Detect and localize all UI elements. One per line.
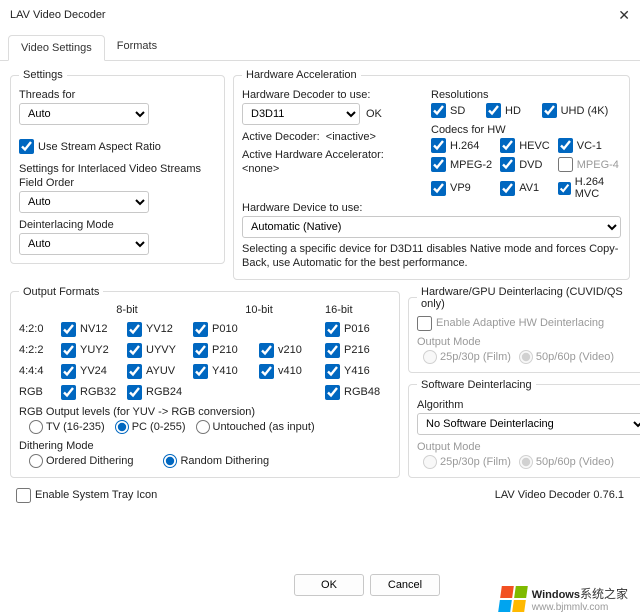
deint-mode-label: Deinterlacing Mode	[19, 219, 216, 231]
hw-device-label: Hardware Device to use:	[242, 202, 621, 214]
field-order-label: Field Order	[19, 177, 216, 189]
field-order-select[interactable]: Auto	[19, 191, 149, 213]
algo-label: Algorithm	[417, 399, 640, 411]
ok-button[interactable]: OK	[294, 574, 364, 596]
codec-vp9[interactable]: VP9	[431, 176, 492, 200]
fmt-yv12[interactable]: YV12	[127, 322, 193, 337]
enable-adaptive-hw[interactable]: Enable Adaptive HW Deinterlacing	[417, 316, 604, 331]
hw-accel-group: Hardware Acceleration Hardware Decoder t…	[233, 69, 630, 280]
hw-50p: 50p/60p (Video)	[519, 350, 614, 364]
cancel-button[interactable]: Cancel	[370, 574, 440, 596]
deint-mode-select[interactable]: Auto	[19, 233, 149, 255]
active-accel-label: Active Hardware Accelerator:	[242, 149, 421, 161]
active-decoder-value: <inactive>	[326, 131, 376, 143]
sw-deint-group: Software Deinterlacing Algorithm No Soft…	[408, 379, 640, 478]
tab-formats[interactable]: Formats	[105, 34, 169, 60]
of-legend: Output Formats	[19, 286, 103, 298]
codec-mpeg4[interactable]: MPEG-4	[558, 157, 621, 172]
resolutions-label: Resolutions	[431, 89, 621, 101]
hw-device-select[interactable]: Automatic (Native)	[242, 216, 621, 238]
dither-random[interactable]: Random Dithering	[163, 454, 269, 468]
window-title: LAV Video Decoder	[10, 9, 106, 21]
watermark: Windows系统之家 www.bjmmlv.com	[500, 585, 628, 613]
algo-select[interactable]: No Software Deinterlacing	[417, 413, 640, 435]
windows-logo-icon	[498, 586, 528, 612]
fmt-uyvy[interactable]: UYVY	[127, 343, 193, 358]
rgb-pc[interactable]: PC (0-255)	[115, 420, 186, 434]
codec-hevc[interactable]: HEVC	[500, 138, 550, 153]
codecs-label: Codecs for HW	[431, 124, 621, 136]
use-stream-ar-checkbox[interactable]: Use Stream Aspect Ratio	[19, 139, 161, 154]
hdr-10bit: 10-bit	[193, 304, 325, 316]
codec-dvd[interactable]: DVD	[500, 157, 550, 172]
settings-group: Settings Threads for Auto Use Stream Asp…	[10, 69, 225, 264]
res-sd[interactable]: SD	[431, 103, 478, 118]
close-icon[interactable]: ✕	[618, 7, 630, 24]
codec-av1[interactable]: AV1	[500, 176, 550, 200]
hw-decoder-label: Hardware Decoder to use:	[242, 89, 421, 101]
rgb-tv[interactable]: TV (16-235)	[29, 420, 105, 434]
fmt-p010[interactable]: P010	[193, 322, 259, 337]
hw-deint-group: Hardware/GPU Deinterlacing (CUVID/QS onl…	[408, 286, 640, 373]
codec-h264mvc[interactable]: H.264 MVC	[558, 176, 621, 200]
fmt-p216[interactable]: P216	[325, 343, 391, 358]
hw-legend: Hardware Acceleration	[242, 69, 361, 81]
hw-output-mode-label: Output Mode	[417, 336, 640, 348]
fmt-yuy2[interactable]: YUY2	[61, 343, 127, 358]
hw-ok: OK	[366, 108, 382, 120]
codec-vc1[interactable]: VC-1	[558, 138, 621, 153]
res-hd[interactable]: HD	[486, 103, 534, 118]
hw-decoder-select[interactable]: D3D11	[242, 103, 360, 125]
hdr-8bit: 8-bit	[61, 304, 193, 316]
fmt-ayuv[interactable]: AYUV	[127, 364, 193, 379]
threads-label: Threads for	[19, 89, 216, 101]
sw-50p: 50p/60p (Video)	[519, 455, 614, 469]
row-rgb: RGB	[19, 386, 61, 398]
threads-select[interactable]: Auto	[19, 103, 149, 125]
fmt-nv12[interactable]: NV12	[61, 322, 127, 337]
fmt-rgb32[interactable]: RGB32	[61, 385, 127, 400]
output-formats-group: Output Formats 8-bit 10-bit 16-bit 4:2:0…	[10, 286, 400, 478]
fmt-rgb48[interactable]: RGB48	[325, 385, 391, 400]
fmt-y416[interactable]: Y416	[325, 364, 391, 379]
fmt-yv24[interactable]: YV24	[61, 364, 127, 379]
codec-h264[interactable]: H.264	[431, 138, 492, 153]
rgb-untouched[interactable]: Untouched (as input)	[196, 420, 315, 434]
tab-video-settings[interactable]: Video Settings	[8, 35, 105, 61]
dither-ordered[interactable]: Ordered Dithering	[29, 454, 133, 468]
hdr-16bit: 16-bit	[325, 304, 391, 316]
active-accel-value: <none>	[242, 163, 421, 175]
row-422: 4:2:2	[19, 344, 61, 356]
settings-legend: Settings	[19, 69, 67, 81]
rgb-levels-label: RGB Output levels (for YUV -> RGB conver…	[19, 406, 391, 418]
codec-mpeg2[interactable]: MPEG-2	[431, 157, 492, 172]
row-420: 4:2:0	[19, 323, 61, 335]
dither-label: Dithering Mode	[19, 440, 391, 452]
tray-icon-checkbox[interactable]: Enable System Tray Icon	[16, 488, 157, 503]
fmt-y410[interactable]: Y410	[193, 364, 259, 379]
version-label: LAV Video Decoder 0.76.1	[495, 489, 624, 501]
fmt-rgb24[interactable]: RGB24	[127, 385, 193, 400]
fmt-v410[interactable]: v410	[259, 364, 325, 379]
interlaced-label: Settings for Interlaced Video Streams	[19, 163, 216, 175]
sw-25p: 25p/30p (Film)	[423, 455, 511, 469]
row-444: 4:4:4	[19, 365, 61, 377]
hw-25p: 25p/30p (Film)	[423, 350, 511, 364]
sw-deint-legend: Software Deinterlacing	[417, 379, 536, 391]
sw-output-mode-label: Output Mode	[417, 441, 640, 453]
fmt-v210[interactable]: v210	[259, 343, 325, 358]
hw-deint-legend: Hardware/GPU Deinterlacing (CUVID/QS onl…	[417, 286, 640, 310]
res-uhd[interactable]: UHD (4K)	[542, 103, 621, 118]
hw-note: Selecting a specific device for D3D11 di…	[242, 242, 621, 271]
active-decoder-label: Active Decoder:	[242, 131, 320, 143]
fmt-p016[interactable]: P016	[325, 322, 391, 337]
fmt-p210[interactable]: P210	[193, 343, 259, 358]
tab-bar: Video Settings Formats	[0, 34, 640, 61]
